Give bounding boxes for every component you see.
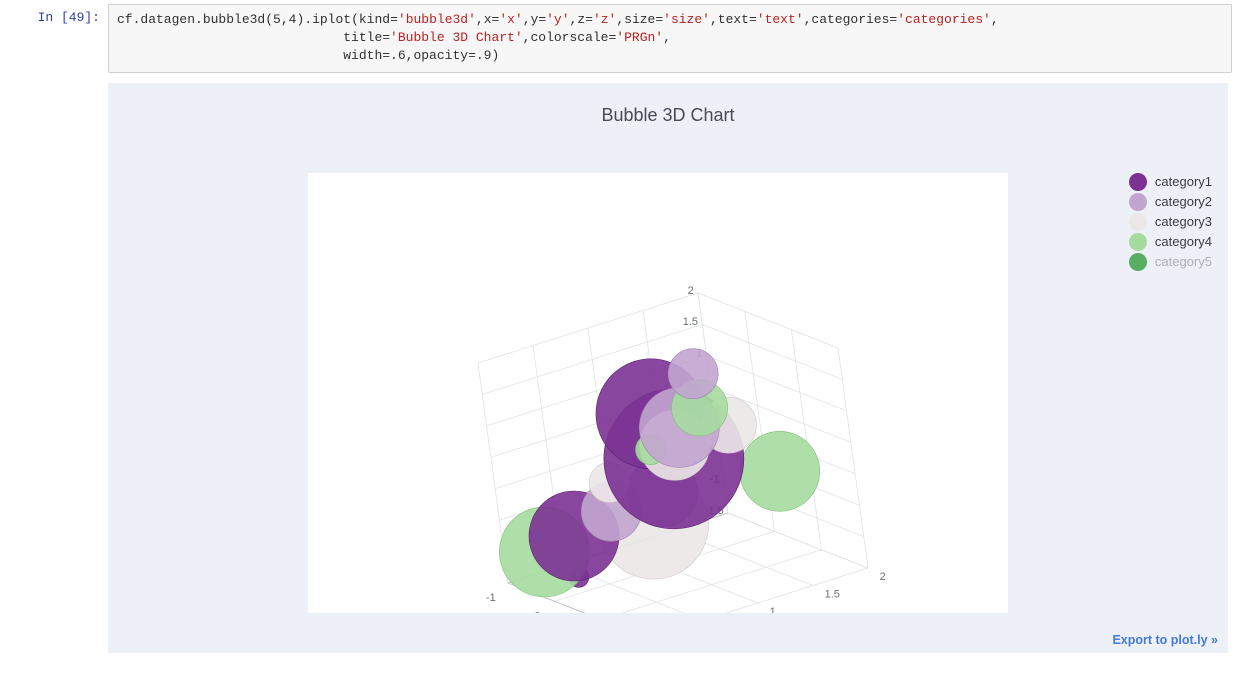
legend[interactable]: category1 category2 category3 category4 cate… xyxy=(1129,173,1212,273)
legend-label: category2 xyxy=(1155,194,1212,209)
legend-swatch-icon xyxy=(1129,193,1147,211)
legend-item-category4[interactable]: category4 xyxy=(1129,233,1212,251)
code-input[interactable]: cf.datagen.bubble3d(5,4).iplot(kind='bub… xyxy=(108,4,1232,73)
plotly-chart[interactable]: Bubble 3D Chart category1category2catego… xyxy=(108,83,1228,653)
legend-label: category1 xyxy=(1155,174,1212,189)
legend-swatch-icon xyxy=(1129,173,1147,191)
legend-label: category3 xyxy=(1155,214,1212,229)
legend-label: category4 xyxy=(1155,234,1212,249)
legend-swatch-icon xyxy=(1129,253,1147,271)
legend-item-category3[interactable]: category3 xyxy=(1129,213,1212,231)
axis-tick-label: 0 xyxy=(534,610,540,612)
output-area: Bubble 3D Chart category1category2catego… xyxy=(108,83,1236,653)
scene-3d[interactable]: -101200.511.52-1.5-1-0.500.511.52 xyxy=(308,173,1008,613)
chart-title: Bubble 3D Chart xyxy=(108,83,1228,126)
axis-tick-label: 1.5 xyxy=(683,316,698,328)
prompt-text: In [49]: xyxy=(38,10,100,25)
axis-tick-label: 1 xyxy=(770,606,776,613)
axis-tick-label: 2 xyxy=(688,284,694,296)
axis-tick-label: 1.5 xyxy=(825,588,840,600)
legend-swatch-icon xyxy=(1129,213,1147,231)
prompt-label: In [49]: xyxy=(0,4,108,73)
axis-tick-label: -1 xyxy=(486,592,496,604)
legend-label: category5 xyxy=(1155,254,1212,269)
input-cell: In [49]: cf.datagen.bubble3d(5,4).iplot(… xyxy=(0,0,1236,73)
bubble-category2[interactable] xyxy=(668,348,718,398)
legend-item-category1[interactable]: category1 xyxy=(1129,173,1212,191)
export-link[interactable]: Export to plot.ly » xyxy=(1112,633,1218,647)
legend-swatch-icon xyxy=(1129,233,1147,251)
bubble-category4[interactable] xyxy=(740,431,820,511)
legend-item-category2[interactable]: category2 xyxy=(1129,193,1212,211)
legend-item-category5[interactable]: category5 xyxy=(1129,253,1212,271)
axis-tick-label: 2 xyxy=(880,571,886,583)
